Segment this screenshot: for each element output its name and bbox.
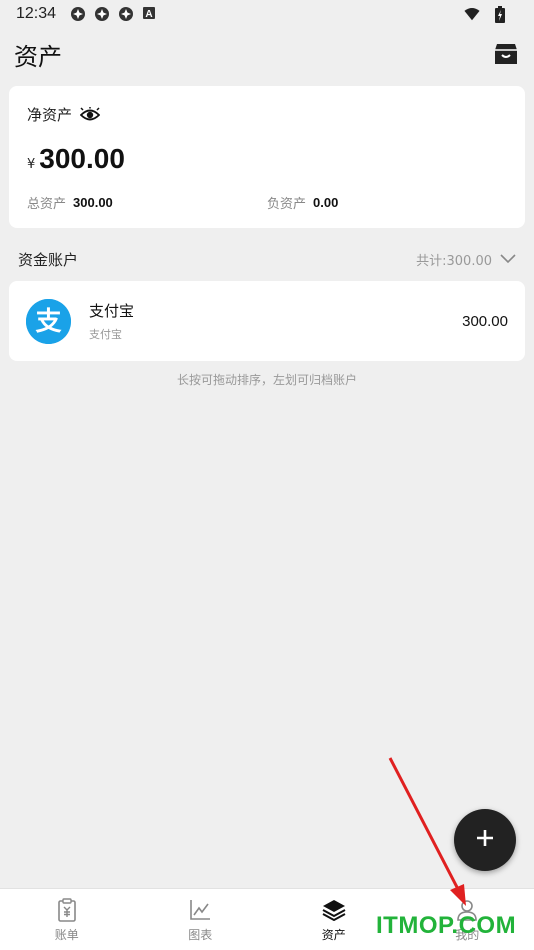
list-hint: 长按可拖动排序，左划可归档账户 — [176, 373, 357, 387]
account-balance: 300.00 — [462, 312, 508, 330]
battery-icon — [494, 6, 510, 23]
accounts-section-title: 资金账户 — [18, 250, 79, 269]
archive-box-icon[interactable] — [492, 40, 520, 68]
bill-icon — [54, 897, 80, 923]
chevron-down-icon — [500, 254, 516, 264]
add-account-button[interactable] — [454, 809, 516, 871]
net-assets-amount: 300.00 — [39, 143, 125, 174]
net-assets-card: 净资产 ¥ 300.00 总资产 300.00 负资产 0.00 — [9, 86, 525, 228]
tab-assets-label: 资产 — [321, 927, 346, 942]
accounts-total-text: 共计:300.00 — [416, 253, 492, 269]
liabilities: 负资产 0.00 — [267, 193, 507, 212]
tab-charts-label: 图表 — [188, 927, 213, 942]
currency-symbol: ¥ — [27, 157, 36, 172]
tab-bills[interactable]: 账单 — [0, 889, 134, 950]
tab-bills-label: 账单 — [54, 927, 79, 942]
liabilities-label: 负资产 — [267, 197, 307, 212]
status-time: 12:34 — [16, 5, 57, 22]
sync-icon — [118, 6, 134, 22]
sync-icon — [94, 6, 110, 22]
sync-icon — [70, 6, 86, 22]
wifi-icon — [464, 6, 480, 22]
accounts-total-toggle[interactable]: 共计:300.00 — [416, 250, 516, 269]
accounts-section-header: 资金账户 共计:300.00 — [18, 246, 516, 272]
liabilities-value: 0.00 — [313, 195, 339, 210]
watermark-text: ITMOP.COM — [376, 912, 517, 939]
total-assets: 总资产 300.00 — [27, 193, 267, 212]
list-item[interactable]: 支 支付宝 支付宝 300.00 — [9, 281, 525, 361]
total-assets-label: 总资产 — [27, 197, 67, 212]
a-badge-icon: A — [142, 6, 158, 22]
eye-icon[interactable] — [80, 106, 101, 123]
layers-icon — [321, 897, 347, 923]
net-assets-label: 净资产 — [27, 106, 73, 124]
account-name: 支付宝 — [89, 302, 135, 320]
alipay-logo-char: 支 — [35, 307, 61, 337]
a-badge-letter: A — [145, 9, 152, 20]
status-bar: 12:34 A — [0, 0, 534, 28]
total-assets-value: 300.00 — [73, 195, 113, 210]
tab-charts[interactable]: 图表 — [134, 889, 268, 950]
app-header: 资产 — [0, 34, 534, 74]
plus-icon — [475, 828, 495, 852]
alipay-logo-icon: 支 — [26, 298, 71, 344]
chart-icon — [187, 897, 213, 923]
account-subtitle: 支付宝 — [89, 328, 122, 341]
page-title: 资产 — [14, 42, 62, 71]
